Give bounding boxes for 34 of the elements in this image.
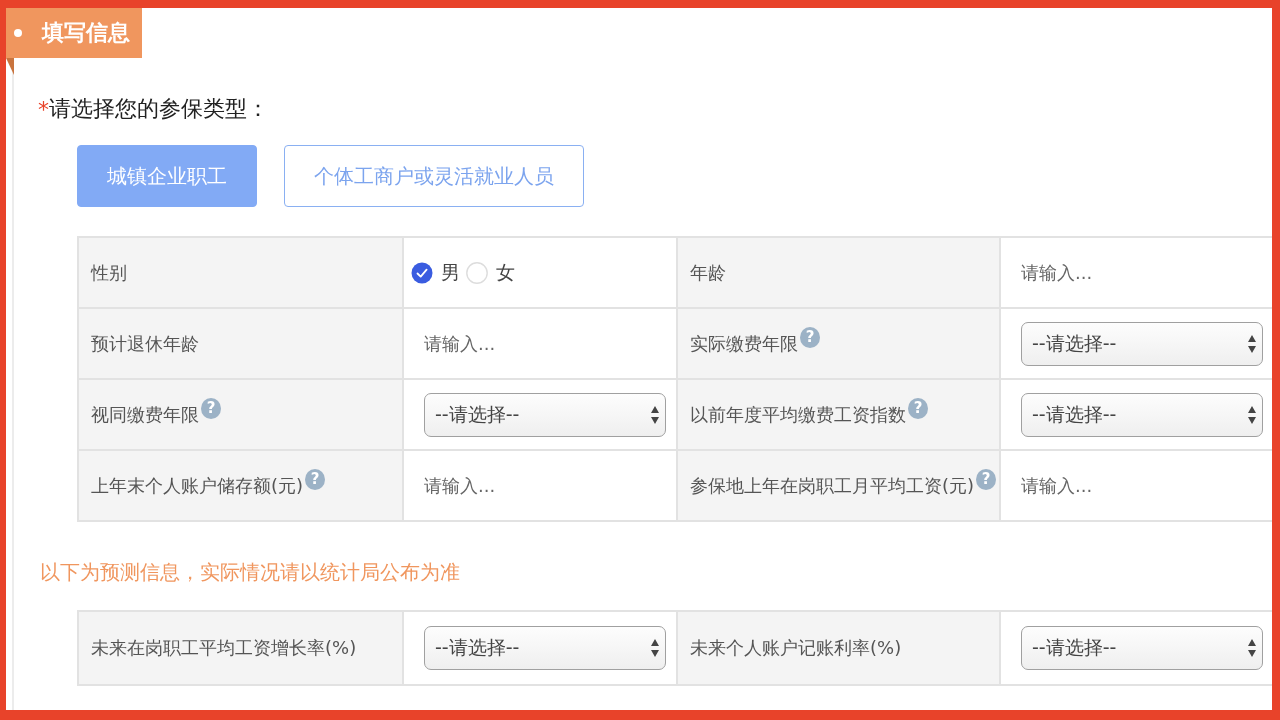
up-down-arrows-icon bbox=[651, 405, 659, 424]
up-down-arrows-icon bbox=[1248, 334, 1256, 353]
input-field[interactable]: 请输入... bbox=[1001, 451, 1272, 520]
field-label: 未来个人账户记账利率(%) bbox=[690, 636, 902, 660]
question-label: 请选择您的参保类型： bbox=[49, 95, 269, 123]
radio-label[interactable]: 男 bbox=[441, 259, 460, 286]
dot-icon bbox=[14, 29, 22, 37]
field-label: 未来在岗职工平均工资增长率(%) bbox=[91, 636, 357, 660]
section-title: 填写信息 bbox=[42, 22, 130, 44]
radio-button[interactable] bbox=[411, 261, 433, 284]
input-field[interactable]: 请输入... bbox=[1001, 238, 1272, 307]
field-label: 实际缴费年限 bbox=[690, 331, 798, 356]
select-dropdown[interactable]: --请选择-- bbox=[424, 392, 666, 437]
field-label: 参保地上年在岗职工月平均工资(元) bbox=[690, 473, 975, 498]
ribbon-fold-icon bbox=[6, 58, 14, 75]
select-dropdown[interactable]: --请选择-- bbox=[1021, 392, 1263, 437]
field-label: 性别 bbox=[91, 260, 127, 285]
up-down-arrows-icon bbox=[651, 639, 659, 657]
up-down-arrows-icon bbox=[1248, 639, 1256, 657]
select-dropdown[interactable]: --请选择-- bbox=[424, 626, 666, 670]
field-label: 预计退休年龄 bbox=[91, 331, 199, 356]
field-label: 年龄 bbox=[690, 260, 726, 285]
field-label: 视同缴费年限 bbox=[91, 402, 199, 427]
field-label: 上年末个人账户储存额(元) bbox=[91, 473, 304, 498]
forecast-note: 以下为预测信息，实际情况请以统计局公布为准 bbox=[40, 560, 460, 584]
radio-button[interactable] bbox=[466, 261, 488, 284]
field-label: 以前年度平均缴费工资指数 bbox=[690, 402, 906, 427]
select-dropdown[interactable]: --请选择-- bbox=[1021, 321, 1263, 366]
up-down-arrows-icon bbox=[1248, 405, 1256, 424]
input-field[interactable]: 请输入... bbox=[404, 309, 676, 378]
select-dropdown[interactable]: --请选择-- bbox=[1021, 626, 1263, 670]
required-mark: * bbox=[38, 96, 49, 122]
input-field[interactable]: 请输入... bbox=[404, 451, 676, 520]
radio-label[interactable]: 女 bbox=[496, 259, 515, 286]
